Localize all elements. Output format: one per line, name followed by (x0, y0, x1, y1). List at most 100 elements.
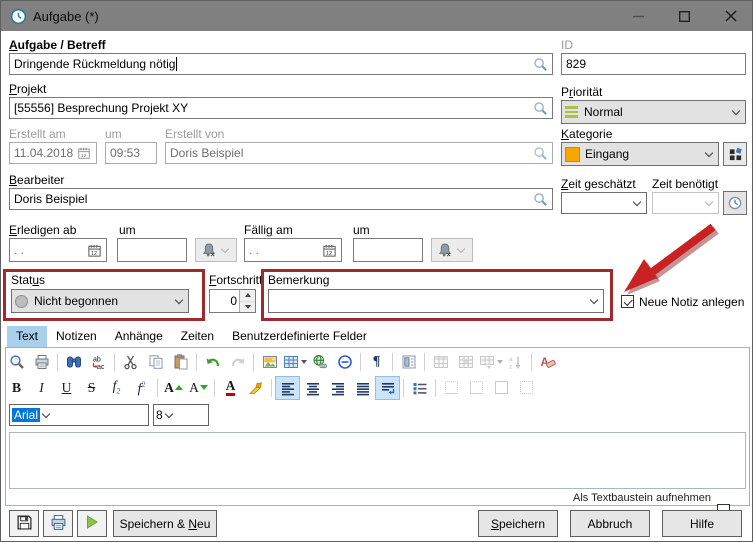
save-button[interactable]: Speichern (478, 510, 558, 537)
editor-text-area[interactable] (9, 432, 746, 489)
toolbar-fontgrow-button[interactable]: A (161, 376, 186, 400)
toolbar-table-button[interactable] (282, 350, 307, 374)
toolbar-clearformat-button[interactable]: A (535, 350, 560, 374)
table-icon (283, 354, 299, 370)
spin-down-button[interactable] (240, 302, 255, 313)
toolbar-tablecell-button (453, 350, 478, 374)
time-tracking-button[interactable] (723, 191, 747, 215)
svg-text:12: 12 (81, 153, 87, 159)
close-button[interactable] (707, 1, 753, 31)
progress-spinner[interactable]: 0 (209, 289, 256, 313)
help-button[interactable]: Hilfe (662, 510, 742, 537)
task-dialog: Aufgabe (*) Aufgabe / Betreff Dringende … (0, 0, 753, 542)
maximize-button[interactable] (661, 1, 707, 31)
play-icon (84, 514, 100, 533)
titlebar[interactable]: Aufgabe (*) (1, 1, 752, 31)
toolbar-fontshrink-button[interactable]: A (186, 376, 211, 400)
toolbar-fontcolor-button[interactable]: A (218, 376, 243, 400)
status-label: Status (11, 273, 45, 287)
image-icon (262, 354, 278, 370)
font-name-combo[interactable]: Arial (9, 404, 149, 426)
calendar-icon[interactable]: 12 (87, 243, 102, 258)
remark-dropdown[interactable] (268, 289, 604, 313)
svg-text:12: 12 (326, 250, 332, 256)
tab-anhaenge[interactable]: Anhänge (106, 326, 172, 347)
run-button[interactable] (77, 510, 107, 537)
parawrap-icon (380, 380, 396, 396)
toolbar-alignright-button[interactable] (325, 376, 350, 400)
underline-icon: U (62, 381, 72, 395)
status-dropdown[interactable]: Nicht begonnen (11, 289, 189, 313)
tab-text[interactable]: Text (7, 326, 47, 347)
toolbar-aligncenter-button[interactable] (300, 376, 325, 400)
toolbar-separator (253, 353, 254, 371)
toolbar-hrule-button[interactable] (332, 350, 357, 374)
project-field[interactable]: [55556] Besprechung Projekt XY (9, 97, 553, 119)
toolbar-underline-button[interactable]: U (54, 376, 79, 400)
priority-dropdown[interactable]: Normal (561, 100, 746, 124)
toolbar-superscript-button[interactable]: f2 (129, 376, 154, 400)
spin-up-button[interactable] (240, 290, 255, 302)
toolbar-highlight-button[interactable] (243, 376, 268, 400)
project-label: Projekt (9, 82, 46, 96)
toolbar-separator (157, 379, 158, 397)
search-icon[interactable] (533, 101, 548, 116)
new-note-checkbox[interactable] (621, 295, 634, 308)
font-size-combo[interactable]: 8 (153, 404, 209, 426)
due-time-field[interactable] (353, 238, 423, 262)
save-icon-button[interactable] (9, 510, 39, 537)
strike-icon: S (88, 381, 96, 395)
toolbar-print-button[interactable] (29, 350, 54, 374)
toolbar-hyperlink-button[interactable] (307, 350, 332, 374)
toolbar-find-button[interactable] (61, 350, 86, 374)
bell-icon: × (201, 242, 217, 258)
start-time-label: um (119, 223, 136, 237)
search-icon[interactable] (533, 57, 548, 72)
tab-benutzerdefinierte-felder[interactable]: Benutzerdefinierte Felder (223, 326, 376, 347)
minimize-button[interactable] (615, 1, 661, 31)
toolbar-copy-button[interactable] (143, 350, 168, 374)
start-time-field[interactable] (117, 238, 187, 262)
id-field[interactable]: 829 (561, 53, 746, 75)
toolbar-bold-button[interactable]: B (4, 376, 29, 400)
calendar-icon: 12 (77, 146, 92, 161)
svg-text:ac: ac (97, 364, 105, 370)
subject-field[interactable]: Dringende Rückmeldung nötig (9, 53, 553, 75)
toolbar-cut-button[interactable] (118, 350, 143, 374)
toolbar-textframe-button[interactable] (396, 350, 421, 374)
print-button[interactable] (43, 510, 73, 537)
fontshrink-icon: A (189, 381, 208, 395)
toolbar-alignleft-button[interactable] (275, 376, 300, 400)
toolbar-replace-button[interactable]: abac (86, 350, 111, 374)
toolbar-preview-button[interactable] (4, 350, 29, 374)
toolbar-separator (392, 353, 393, 371)
toolbar-image-button[interactable] (257, 350, 282, 374)
toolbar-subscript-button[interactable]: f2 (104, 376, 129, 400)
category-dropdown[interactable]: Eingang (561, 142, 719, 166)
assignee-field[interactable]: Doris Beispiel (9, 188, 553, 210)
tab-zeiten[interactable]: Zeiten (172, 326, 223, 347)
toolbar-pilcrow-button[interactable]: ¶ (364, 350, 389, 374)
chevron-down-icon (731, 107, 741, 117)
toolbar-paste-button[interactable] (168, 350, 193, 374)
category-palette-button[interactable] (723, 142, 747, 166)
tablecell-icon (458, 354, 474, 370)
toolbar-strike-button[interactable]: S (79, 376, 104, 400)
toolbar-bullets-button[interactable] (407, 376, 432, 400)
toolbar-undo-button[interactable] (200, 350, 225, 374)
calendar-icon[interactable]: 12 (322, 243, 337, 258)
textblock-label: Als Textbaustein aufnehmen (1, 492, 711, 504)
save-and-new-button[interactable]: Speichern & Neu (113, 510, 217, 537)
redo-icon (230, 354, 246, 370)
search-icon[interactable] (533, 192, 548, 207)
toolbar-parawrap-button[interactable] (375, 376, 400, 400)
time-estimated-dropdown[interactable] (561, 192, 647, 214)
toolbar-justify-button[interactable] (350, 376, 375, 400)
due-date-field[interactable]: . . 12 (244, 238, 342, 262)
start-date-field[interactable]: . . 12 (9, 238, 107, 262)
chevron-down-icon (41, 410, 51, 420)
tab-notizen[interactable]: Notizen (47, 326, 106, 347)
highlight-icon (248, 380, 264, 396)
toolbar-italic-button[interactable]: I (29, 376, 54, 400)
cancel-button[interactable]: Abbruch (570, 510, 650, 537)
